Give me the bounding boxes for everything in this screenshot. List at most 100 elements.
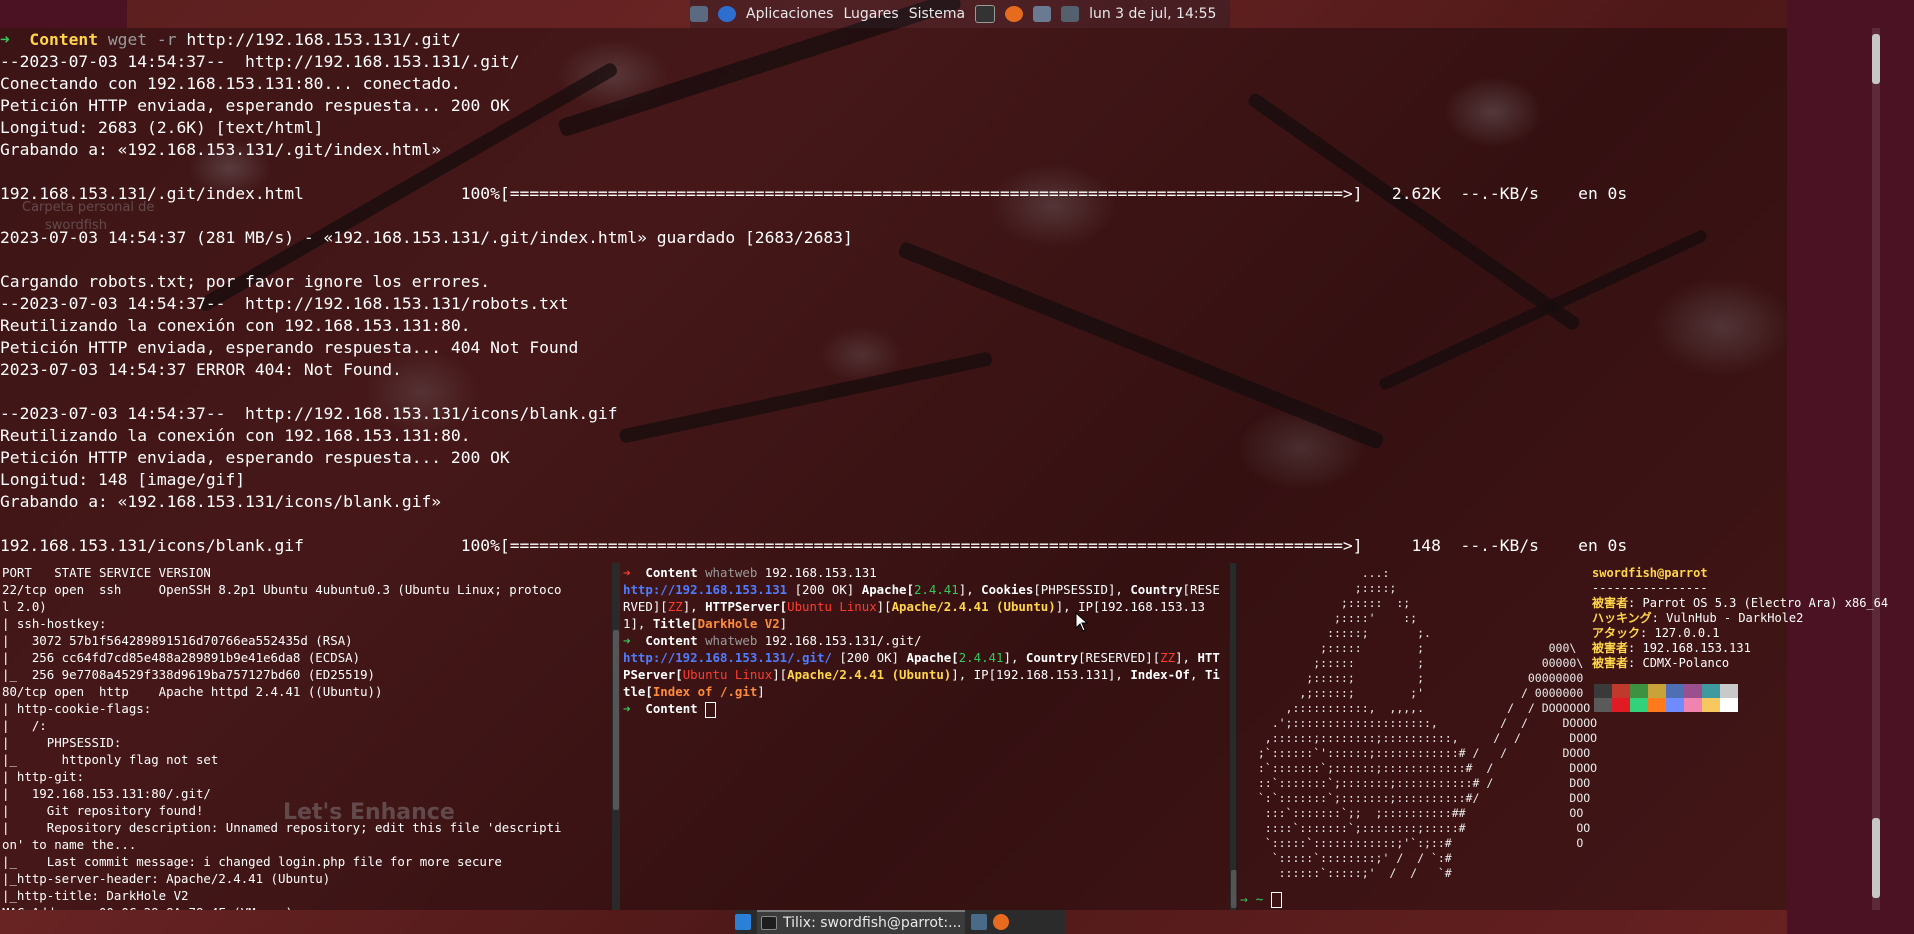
terminal-cursor[interactable] (1271, 892, 1283, 908)
nmap-output-line: |_ 256 9e7708a4529f338d9619ba757127bd60 … (2, 667, 375, 682)
result-apache: Apache[ (861, 582, 914, 597)
info-value: : Parrot OS 5.3 (Electro Ara) x86_64 (1628, 596, 1889, 610)
terminal-icon (761, 916, 777, 930)
output-line: --2023-07-03 14:54:37-- http://192.168.1… (0, 52, 520, 71)
nmap-output-line: | http-cookie-flags: (2, 701, 152, 716)
firefox-icon[interactable] (993, 914, 1010, 930)
firefox-launcher-icon[interactable] (1005, 6, 1024, 22)
result-apache-version: 2.4.41 (913, 582, 959, 597)
separator: ---------------- (1592, 581, 1708, 595)
show-desktop-icon[interactable] (735, 914, 751, 930)
terminal-whatweb-pane[interactable]: ➜ Content whatweb 192.168.153.131 http:/… (620, 563, 1230, 910)
output-line: Grabando a: «192.168.153.131/.git/index.… (0, 140, 442, 159)
ascii-line: ;::::: :; (1244, 596, 1411, 610)
result-apache-version: 2.4.41 (958, 650, 1004, 665)
prompt-arrow: ➜ (0, 30, 10, 49)
info-key: 被害者 (1592, 656, 1629, 670)
nmap-output-line: | Git repository found! (2, 803, 204, 818)
command-arg: 192.168.153.131 (764, 565, 877, 580)
neofetch-info: swordfish@parrot ---------------- 被害者: P… (1592, 566, 1888, 671)
result-country-code: ZZ (667, 599, 683, 614)
show-desktop-icon[interactable] (690, 6, 708, 22)
terminal-launcher-icon[interactable] (971, 914, 988, 930)
menu-system[interactable]: Sistema (909, 6, 965, 22)
prompt-arrow: ➜ (623, 633, 631, 648)
info-key: 被害者 (1592, 596, 1629, 610)
output-line: Longitud: 2683 (2.6K) [text/html] (0, 118, 324, 137)
nmap-output-line: |_ httponly flag not set (2, 752, 219, 767)
output-line: Longitud: 148 [image/gif] (0, 470, 246, 489)
scrollbar-thumb[interactable] (1872, 818, 1880, 898)
top-panel: Aplicaciones Lugares Sistema lun 3 de ju… (690, 0, 1230, 28)
top-terminal-scrollbar[interactable] (1872, 28, 1880, 910)
nmap-output-line: l 2.0) (2, 599, 47, 614)
palette-swatch (1702, 698, 1720, 712)
output-line: --2023-07-03 14:54:37-- http://192.168.1… (0, 294, 569, 313)
palette-swatch (1594, 698, 1612, 712)
info-key: ハッキング (1592, 611, 1652, 625)
output-line: Reutilizando la conexión con 192.168.153… (0, 426, 471, 445)
terminal-top-pane[interactable]: ➜ Content wget -r http://192.168.153.131… (0, 28, 1787, 563)
output-line: Cargando robots.txt; por favor ignore lo… (0, 272, 491, 291)
command-name: whatweb (705, 565, 758, 580)
neofetch-prompt[interactable]: → ~ (1240, 892, 1283, 908)
nmap-output-line: | 3072 57b1f564289891516d70766ea552435d … (2, 633, 353, 648)
command-arg: http://192.168.153.131/.git/ (186, 30, 461, 49)
palette-swatch (1630, 698, 1648, 712)
taskbar-window-label: Tilix: swordfish@parrot:... (783, 915, 962, 931)
mouse-cursor-icon (1075, 612, 1089, 632)
taskbar-tilix-window[interactable]: Tilix: swordfish@parrot:... (757, 910, 966, 934)
nmap-scrollbar[interactable] (613, 630, 619, 810)
result-title: Title[ (652, 616, 698, 631)
result-status: [200 OK] (839, 650, 900, 665)
output-line: Reutilizando la conexión con 192.168.153… (0, 316, 471, 335)
palette-swatch (1612, 684, 1630, 698)
result-url[interactable]: http://192.168.153.131/.git/ (623, 650, 832, 665)
nmap-output-line: | PHPSESSID: (2, 735, 122, 750)
result-url[interactable]: http://192.168.153.131 (623, 582, 787, 597)
result-index-of: Index-Of (1130, 667, 1191, 682)
parrot-menu-icon[interactable] (718, 6, 736, 22)
info-key: 被害者 (1592, 641, 1629, 655)
result-server-string: Apache/2.4.41 (Ubuntu) (787, 667, 952, 682)
output-line: --2023-07-03 14:54:37-- http://192.168.1… (0, 404, 618, 423)
palette-swatch (1666, 698, 1684, 712)
terminal-launcher-icon[interactable] (975, 5, 996, 23)
output-line: 2023-07-03 14:54:37 ERROR 404: Not Found… (0, 360, 402, 379)
menu-places[interactable]: Lugares (843, 6, 898, 22)
ascii-line: ;::::: ; 00000\ (1244, 656, 1584, 670)
ascii-line: ,;:::::; ;' / 0000000 (1244, 686, 1584, 700)
bottom-taskbar: Tilix: swordfish@parrot:... (735, 910, 1065, 934)
ascii-line: ;::::: ; 000\ (1244, 641, 1577, 655)
ascii-line: ::`:::::::`;:::::::;:::::::::::# / DOO (1244, 776, 1591, 790)
terminal-nmap-pane[interactable]: PORT STATE SERVICE VERSION 22/tcp open s… (0, 563, 612, 910)
nmap-output-line: | ssh-hostkey: (2, 616, 107, 631)
result-cookie-value: [PHPSESSID] (1033, 582, 1116, 597)
network-icon[interactable] (1033, 6, 1052, 22)
menu-applications[interactable]: Aplicaciones (746, 6, 833, 22)
ascii-line: .';::::::::::::::::::::, / / DOOOO (1244, 716, 1598, 730)
nmap-output-line: 22/tcp open ssh OpenSSH 8.2p1 Ubuntu 4ub… (2, 582, 562, 597)
terminal-cursor[interactable] (705, 701, 717, 718)
palette-swatch (1720, 684, 1738, 698)
result-os: Ubuntu Linux (682, 667, 773, 682)
prompt-arrow: ➜ (623, 701, 631, 716)
command-name: wget (107, 30, 148, 49)
scrollbar-thumb[interactable] (1872, 34, 1880, 84)
prompt-directory: Content (29, 30, 99, 49)
ascii-line: ;:::::; ; 00000000 (1244, 671, 1584, 685)
palette-swatch (1630, 684, 1648, 698)
desktop-edge-left (0, 0, 127, 28)
user-host: swordfish@parrot (1592, 566, 1708, 580)
prompt-directory: Content (645, 701, 698, 716)
clock[interactable]: lun 3 de jul, 14:55 (1089, 6, 1216, 22)
monitor-icon[interactable] (1061, 6, 1080, 22)
palette-swatch (1648, 698, 1666, 712)
info-value: : 127.0.0.1 (1640, 626, 1720, 640)
nmap-output-line: PORT STATE SERVICE VERSION (2, 565, 211, 580)
nmap-output-line: | 192.168.153.131:80/.git/ (2, 786, 211, 801)
ascii-line: ,::::::;::::::::;::::::::::, / / DOOO (1244, 731, 1598, 745)
info-value: : VulnHub - DarkHole2 (1651, 611, 1804, 625)
ascii-line: `:`:::::::`;:::::::;::::::::::#/ DOO (1244, 791, 1591, 805)
info-value: : CDMX-Polanco (1628, 656, 1730, 670)
